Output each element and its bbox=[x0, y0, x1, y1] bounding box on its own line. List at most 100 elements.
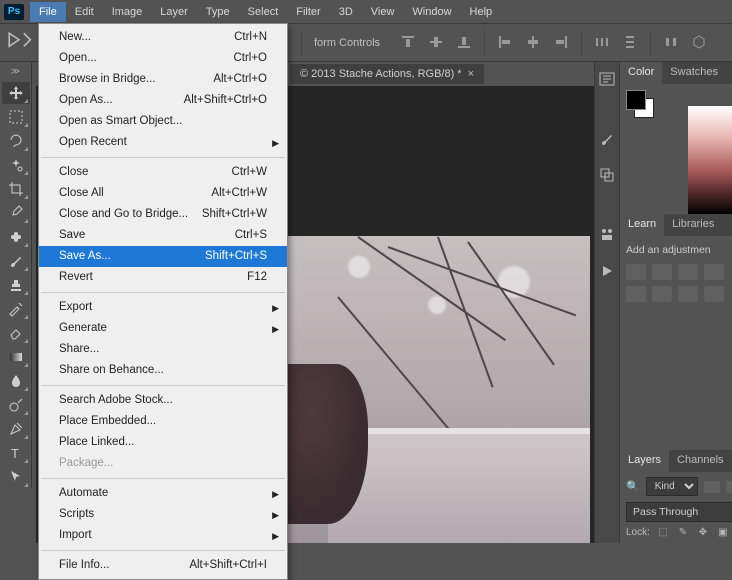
eraser-tool[interactable] bbox=[2, 322, 30, 344]
menu-scripts[interactable]: Scripts▶ bbox=[39, 504, 287, 525]
menu-select[interactable]: Select bbox=[239, 2, 288, 22]
menu-browse-bridge[interactable]: Browse in Bridge...Alt+Ctrl+O bbox=[39, 69, 287, 90]
crop-tool[interactable] bbox=[2, 178, 30, 200]
align-right-icon[interactable] bbox=[549, 31, 573, 53]
chevron-right-icon: ▶ bbox=[272, 136, 279, 151]
menu-open-smart[interactable]: Open as Smart Object... bbox=[39, 111, 287, 132]
lock-position-icon[interactable]: ✥ bbox=[696, 526, 710, 538]
adj-vibrance-icon[interactable] bbox=[626, 286, 646, 302]
gradient-tool[interactable] bbox=[2, 346, 30, 368]
blur-tool[interactable] bbox=[2, 370, 30, 392]
menu-3d[interactable]: 3D bbox=[330, 2, 362, 22]
adj-photo-filter-icon[interactable] bbox=[704, 286, 724, 302]
tab-color[interactable]: Color bbox=[620, 62, 662, 84]
menu-generate[interactable]: Generate▶ bbox=[39, 318, 287, 339]
menu-close-bridge[interactable]: Close and Go to Bridge...Shift+Ctrl+W bbox=[39, 204, 287, 225]
healing-tool[interactable] bbox=[2, 226, 30, 248]
separator bbox=[41, 385, 285, 386]
tab-layers[interactable]: Layers bbox=[620, 450, 669, 472]
document-tab[interactable]: © 2013 Stache Actions, RGB/8) * × bbox=[290, 64, 484, 84]
lock-pixels-icon[interactable]: ✎ bbox=[676, 526, 690, 538]
menu-export[interactable]: Export▶ bbox=[39, 297, 287, 318]
align-left-icon[interactable] bbox=[493, 31, 517, 53]
adj-bw-icon[interactable] bbox=[678, 286, 698, 302]
path-select-tool[interactable] bbox=[2, 466, 30, 488]
pen-tool[interactable] bbox=[2, 418, 30, 440]
menu-share-behance[interactable]: Share on Behance... bbox=[39, 360, 287, 381]
menu-close-all[interactable]: Close AllAlt+Ctrl+W bbox=[39, 183, 287, 204]
menu-automate[interactable]: Automate▶ bbox=[39, 483, 287, 504]
tab-channels[interactable]: Channels bbox=[669, 450, 731, 472]
eyedropper-tool[interactable] bbox=[2, 202, 30, 224]
adj-brightness-icon[interactable] bbox=[626, 264, 646, 280]
menu-search-stock[interactable]: Search Adobe Stock... bbox=[39, 390, 287, 411]
filter-adj-icon[interactable] bbox=[726, 481, 732, 493]
stamp-tool[interactable] bbox=[2, 274, 30, 296]
menu-edit[interactable]: Edit bbox=[66, 2, 103, 22]
menu-place-embedded[interactable]: Place Embedded... bbox=[39, 411, 287, 432]
menu-open-recent[interactable]: Open Recent▶ bbox=[39, 132, 287, 153]
brush-tool[interactable] bbox=[2, 250, 30, 272]
document-tab-label: © 2013 Stache Actions, RGB/8) * bbox=[300, 68, 462, 80]
menu-filter[interactable]: Filter bbox=[287, 2, 329, 22]
tab-swatches[interactable]: Swatches bbox=[662, 62, 726, 84]
lasso-tool[interactable] bbox=[2, 130, 30, 152]
menu-share[interactable]: Share... bbox=[39, 339, 287, 360]
menu-place-linked[interactable]: Place Linked... bbox=[39, 432, 287, 453]
menu-view[interactable]: View bbox=[362, 2, 404, 22]
menubar: Ps File Edit Image Layer Type Select Fil… bbox=[0, 0, 732, 24]
fg-bg-swatch[interactable] bbox=[626, 90, 656, 120]
adj-hue-icon[interactable] bbox=[652, 286, 672, 302]
toolbar-grip-icon[interactable]: ≫ bbox=[11, 66, 20, 77]
menu-close[interactable]: CloseCtrl+W bbox=[39, 162, 287, 183]
menu-save[interactable]: SaveCtrl+S bbox=[39, 225, 287, 246]
blend-mode-select[interactable]: Pass Through bbox=[626, 502, 732, 522]
menu-open-as[interactable]: Open As...Alt+Shift+Ctrl+O bbox=[39, 90, 287, 111]
history-brush-tool[interactable] bbox=[2, 298, 30, 320]
distribute-more-icon[interactable] bbox=[659, 31, 683, 53]
paragraph-panel-icon[interactable] bbox=[595, 224, 619, 246]
distribute-v-icon[interactable] bbox=[618, 31, 642, 53]
tab-learn[interactable]: Learn bbox=[620, 214, 664, 236]
adj-exposure-icon[interactable] bbox=[704, 264, 724, 280]
menu-type[interactable]: Type bbox=[197, 2, 239, 22]
adj-levels-icon[interactable] bbox=[652, 264, 672, 280]
align-vcenter-icon[interactable] bbox=[424, 31, 448, 53]
menu-open[interactable]: Open...Ctrl+O bbox=[39, 48, 287, 69]
play-panel-icon[interactable] bbox=[595, 260, 619, 282]
brush-panel-icon[interactable] bbox=[595, 128, 619, 150]
tab-libraries[interactable]: Libraries bbox=[664, 214, 722, 236]
distribute-h-icon[interactable] bbox=[590, 31, 614, 53]
tool-preset-icon[interactable] bbox=[6, 30, 32, 56]
menu-image[interactable]: Image bbox=[103, 2, 152, 22]
lock-transparency-icon[interactable]: ⬚ bbox=[656, 526, 670, 538]
separator bbox=[484, 31, 485, 55]
filter-pixel-icon[interactable] bbox=[704, 481, 720, 493]
foreground-swatch[interactable] bbox=[626, 90, 646, 110]
type-tool[interactable]: T bbox=[2, 442, 30, 464]
menu-file[interactable]: File bbox=[30, 2, 66, 22]
clone-source-icon[interactable] bbox=[595, 164, 619, 186]
menu-file-info[interactable]: File Info...Alt+Shift+Ctrl+I bbox=[39, 555, 287, 576]
close-icon[interactable]: × bbox=[468, 68, 474, 80]
align-top-icon[interactable] bbox=[396, 31, 420, 53]
align-bottom-icon[interactable] bbox=[452, 31, 476, 53]
adj-curves-icon[interactable] bbox=[678, 264, 698, 280]
menu-revert[interactable]: RevertF12 bbox=[39, 267, 287, 288]
quick-select-tool[interactable] bbox=[2, 154, 30, 176]
dodge-tool[interactable] bbox=[2, 394, 30, 416]
3d-mode-icon[interactable] bbox=[687, 31, 711, 53]
color-picker[interactable] bbox=[688, 106, 732, 214]
search-icon[interactable]: 🔍 bbox=[626, 480, 640, 493]
menu-help[interactable]: Help bbox=[461, 2, 502, 22]
marquee-tool[interactable] bbox=[2, 106, 30, 128]
lock-artboard-icon[interactable]: ▣ bbox=[716, 526, 730, 538]
menu-layer[interactable]: Layer bbox=[151, 2, 197, 22]
align-hcenter-icon[interactable] bbox=[521, 31, 545, 53]
menu-new[interactable]: New...Ctrl+N bbox=[39, 27, 287, 48]
layer-filter-select[interactable]: Kind bbox=[646, 477, 698, 496]
menu-save-as[interactable]: Save As...Shift+Ctrl+S bbox=[39, 246, 287, 267]
history-panel-icon[interactable] bbox=[595, 68, 619, 90]
menu-window[interactable]: Window bbox=[403, 2, 460, 22]
move-tool[interactable] bbox=[2, 82, 30, 104]
